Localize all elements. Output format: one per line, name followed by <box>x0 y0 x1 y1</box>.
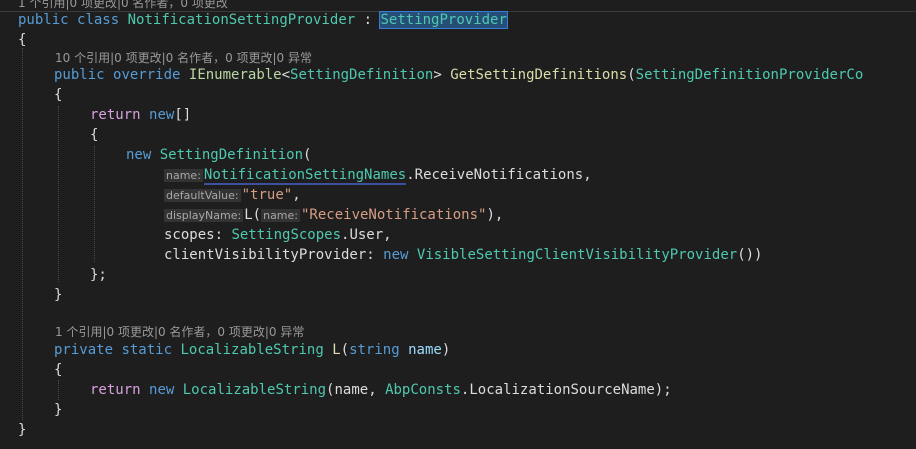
inline-hint: name: <box>261 209 300 222</box>
base-class-selected[interactable]: SettingProvider <box>379 11 508 29</box>
type-name: NotificationSettingNames <box>203 167 407 185</box>
inline-hint: defaultValue: <box>164 189 241 202</box>
member-name: .User, <box>341 227 392 243</box>
method-name: GetSettingDefinitions <box>450 67 628 83</box>
param-type: SettingDefinitionProviderCo <box>635 67 864 83</box>
parameter-name: name <box>408 342 442 358</box>
argument-name: scopes <box>164 227 215 243</box>
comma: , <box>292 187 301 203</box>
colon: : <box>214 227 232 243</box>
code-editor[interactable]: 1 个引用|0 项更改|0 名作者，0 项更改 public class Not… <box>0 0 916 449</box>
type-name: SettingDefinition <box>159 147 304 163</box>
brace: } <box>54 402 63 418</box>
inline-hint: displayName: <box>164 209 244 222</box>
dot: . <box>406 167 415 183</box>
type-name: VisibleSettingClientVisibilityProvider <box>416 247 738 263</box>
method-l-declaration-line[interactable]: private static LocalizableString L(strin… <box>54 340 450 360</box>
member-name: ReceiveNotifications, <box>414 167 592 183</box>
brackets: [] <box>174 107 192 123</box>
type-name: AbpConsts <box>385 382 461 398</box>
type-name: LocalizableString <box>182 382 327 398</box>
brace: { <box>54 362 63 378</box>
keyword: public <box>54 67 105 83</box>
scopes-argument-line[interactable]: scopes: SettingScopes.User, <box>164 225 392 245</box>
inline-hint: name: <box>164 169 203 182</box>
type-name: LocalizableString <box>180 342 324 358</box>
class-name: NotificationSettingProvider <box>127 12 356 28</box>
string-literal: "true" <box>241 187 293 203</box>
arguments: (name, <box>326 382 386 398</box>
brace: { <box>90 127 99 143</box>
display-name-argument-line[interactable]: displayName: L(name: "ReceiveNotifications… <box>164 205 503 225</box>
paren: ( <box>303 147 312 163</box>
keyword: public <box>18 12 69 28</box>
type-name: SettingDefinition <box>290 67 434 83</box>
paren: ( <box>627 67 636 83</box>
name-argument-line[interactable]: name: NotificationSettingNames.ReceiveNot… <box>164 165 592 185</box>
default-value-argument-line[interactable]: defaultValue: "true", <box>164 185 301 205</box>
keyword: return <box>90 107 141 123</box>
angle-open: < <box>281 67 291 83</box>
keyword: private <box>54 342 114 358</box>
brace: } <box>54 287 63 303</box>
keyword: string <box>349 342 400 358</box>
indent-guide <box>58 380 59 400</box>
keyword: static <box>121 342 173 358</box>
client-visibility-argument-line[interactable]: clientVisibilityProvider: new VisibleSet… <box>164 245 762 265</box>
class-declaration-line[interactable]: public class NotificationSettingProvider… <box>18 10 508 30</box>
interface-name: IEnumerable <box>188 67 282 83</box>
keyword: new <box>383 247 409 263</box>
method-declaration-line[interactable]: public override IEnumerable<SettingDefin… <box>54 65 863 85</box>
keyword: new <box>149 107 175 123</box>
return-line[interactable]: return new[] <box>90 105 191 125</box>
array-close: }; <box>90 267 107 283</box>
type-name: SettingScopes <box>231 227 342 243</box>
angle-close: > <box>433 67 442 83</box>
parens: ()) <box>737 247 763 263</box>
paren: ( <box>252 207 262 223</box>
indent-guide <box>58 106 59 282</box>
member-name: .LocalizationSourceName); <box>460 382 672 398</box>
indent-guide <box>22 48 23 420</box>
keyword: override <box>113 67 181 83</box>
new-setting-definition-line[interactable]: new SettingDefinition( <box>126 145 311 165</box>
paren: ) <box>441 342 451 358</box>
paren-comma: ), <box>486 207 504 223</box>
brace: } <box>18 422 27 438</box>
keyword: new <box>126 147 152 163</box>
string-literal: "ReceiveNotifications" <box>301 207 487 223</box>
colon: : <box>355 12 381 28</box>
function-name: L <box>244 207 253 223</box>
keyword: return <box>90 382 141 398</box>
keyword: new <box>149 382 175 398</box>
keyword: class <box>77 12 120 28</box>
argument-name: clientVisibilityProvider <box>164 247 367 263</box>
paren: ( <box>340 342 350 358</box>
return-localizable-line[interactable]: return new LocalizableString(name, AbpCo… <box>90 380 672 400</box>
indent-guide <box>94 146 95 262</box>
brace: { <box>18 32 27 48</box>
code-lens-method2[interactable]: 1 个引用|0 项更改|0 名作者，0 项更改|0 异常 <box>55 322 304 342</box>
method-name: L <box>332 342 341 358</box>
colon: : <box>366 247 384 263</box>
brace: { <box>54 87 63 103</box>
